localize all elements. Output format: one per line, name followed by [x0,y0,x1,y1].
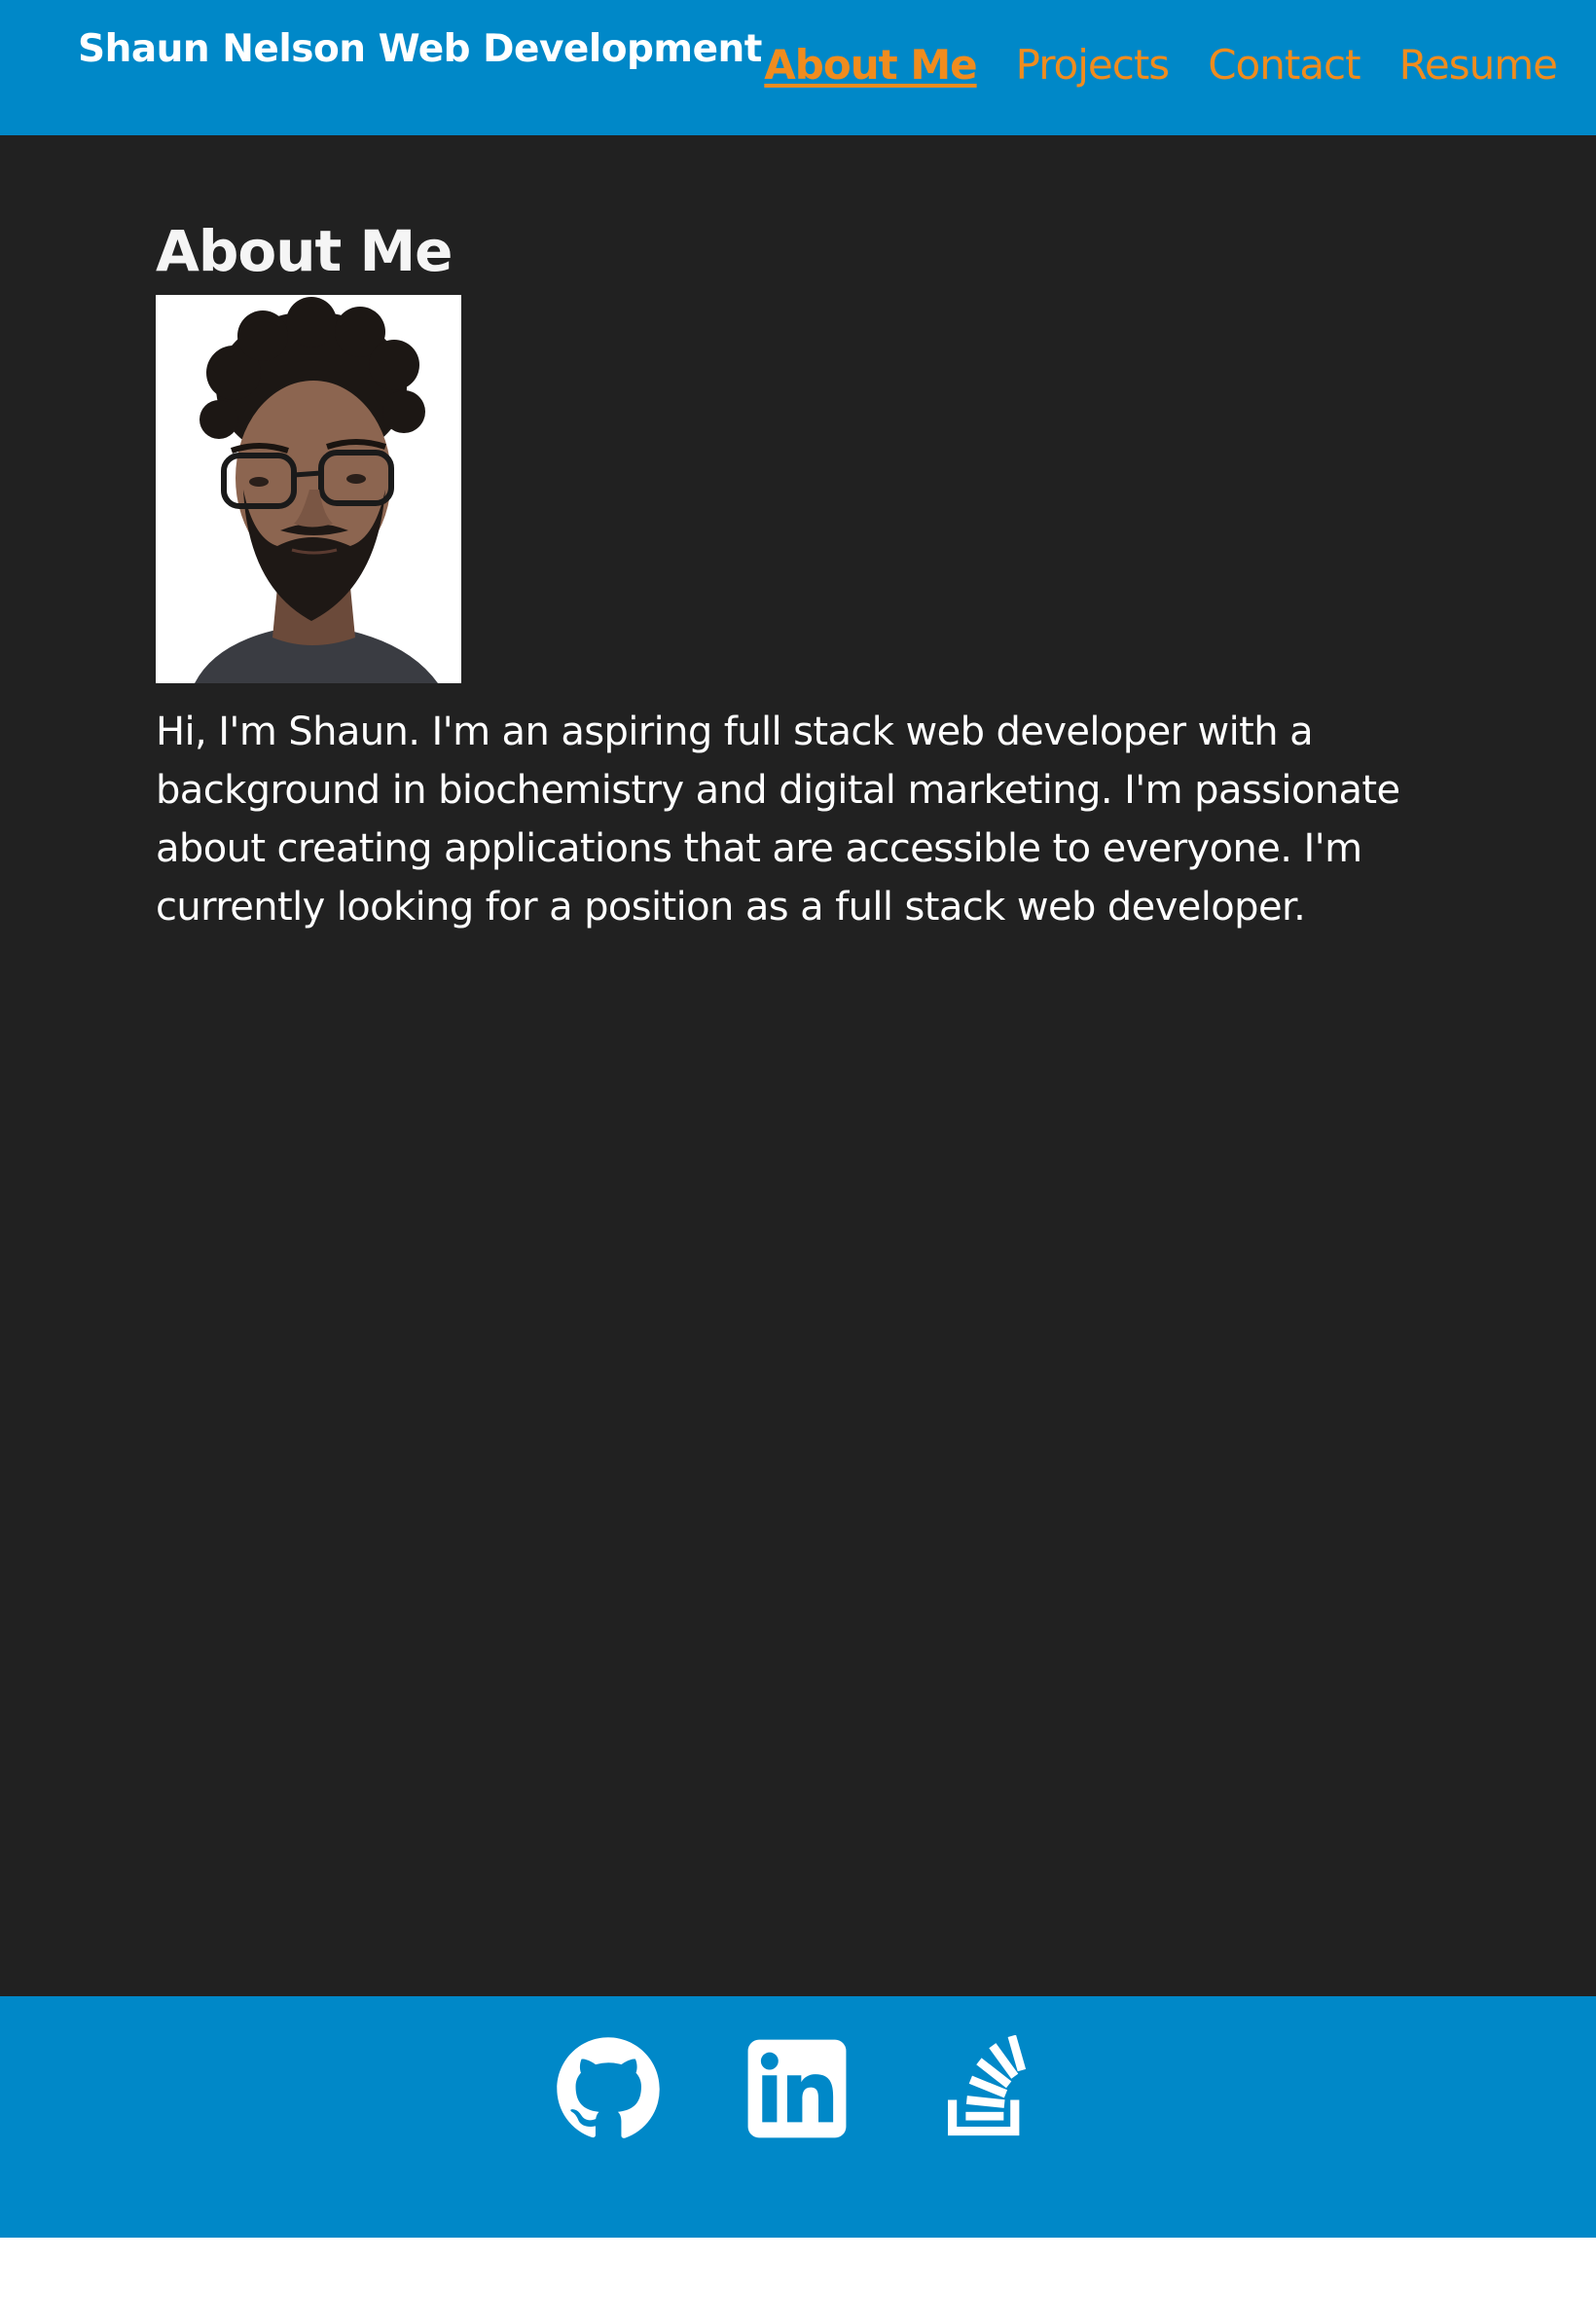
nav-link-contact[interactable]: Contact [1208,41,1360,89]
page-title: About Me [156,218,453,284]
linkedin-icon [747,2039,847,2138]
stack-overflow-icon [948,2035,1027,2136]
site-header: Shaun Nelson Web Development About Me Pr… [0,0,1596,135]
page: Shaun Nelson Web Development About Me Pr… [0,0,1596,2297]
main-content: About Me Hi, I'm Shaun. I'm an aspiring … [0,135,1596,1996]
about-section: About Me Hi, I'm Shaun. I'm an aspiring … [156,223,1460,936]
nav-link-projects[interactable]: Projects [1016,41,1171,89]
profile-photo [156,295,461,683]
social-links [555,2035,1039,2142]
github-icon [557,2037,660,2138]
linkedin-link[interactable] [744,2035,851,2142]
site-brand[interactable]: Shaun Nelson Web Development [78,27,762,71]
nav-link-about-me[interactable]: About Me [764,41,977,89]
stack-overflow-link[interactable] [932,2035,1039,2142]
site-footer [0,1996,1596,2238]
bio-text: Hi, I'm Shaun. I'm an aspiring full stac… [156,710,1400,930]
github-link[interactable] [555,2035,662,2142]
page-bottom-area [0,2238,1596,2297]
nav-link-resume[interactable]: Resume [1399,41,1558,89]
main-nav: About Me Projects Contact Resume [764,41,1558,89]
